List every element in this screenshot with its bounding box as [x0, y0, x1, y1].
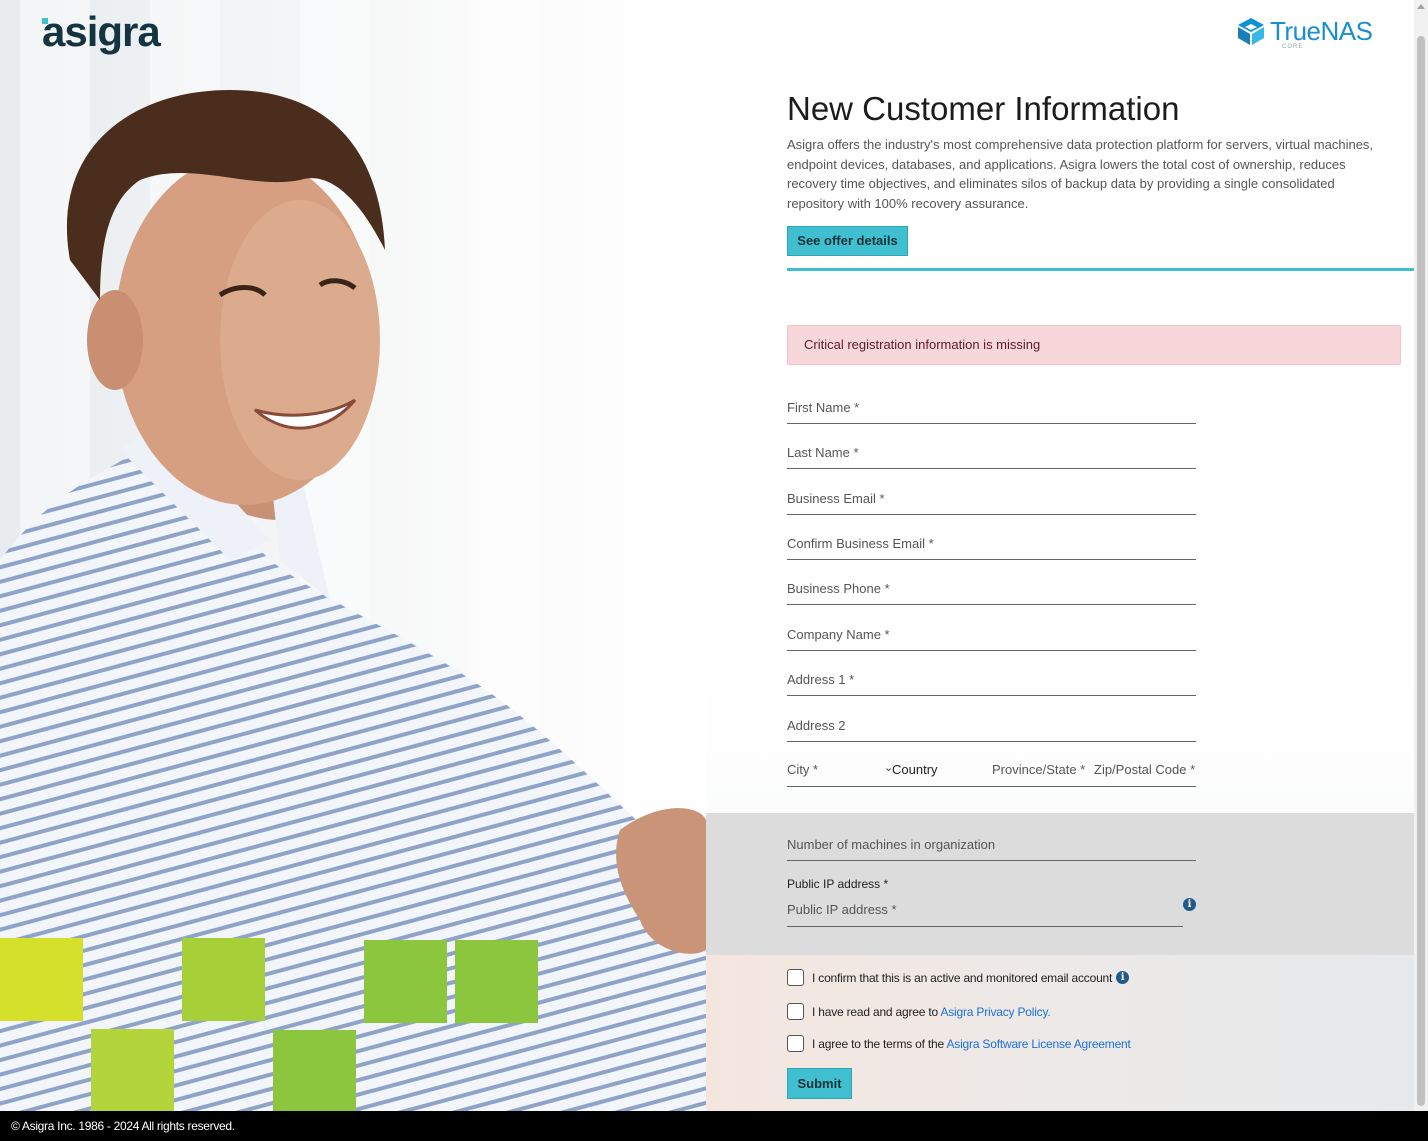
last-name-placeholder: Last Name *	[787, 445, 859, 460]
footer: © Asigra Inc. 1986 - 2024 All rights res…	[0, 1111, 1428, 1141]
zip-placeholder: Zip/Postal Code *	[1094, 762, 1196, 777]
ip-info-icon[interactable]: i	[1183, 898, 1196, 911]
address2-field[interactable]: Address 2	[787, 710, 1196, 742]
confirm-email-checkbox[interactable]	[787, 969, 804, 986]
privacy-policy-link[interactable]: Asigra Privacy Policy	[940, 1005, 1047, 1019]
business-email-field[interactable]: Business Email *	[787, 483, 1196, 515]
privacy-prefix: I have read and agree to	[812, 1004, 941, 1019]
intro-paragraph: Asigra offers the industry's most compre…	[787, 137, 1374, 211]
first-name-placeholder: First Name *	[787, 400, 860, 415]
truenas-core-label: CORE	[1282, 44, 1304, 50]
smiling-man-photo	[0, 90, 706, 1111]
last-name-field[interactable]: Last Name *	[787, 437, 1196, 469]
submit-button[interactable]: Submit	[787, 1068, 852, 1099]
public-ip-placeholder: Public IP address *	[787, 902, 897, 917]
license-prefix: I agree to the terms of the	[812, 1036, 947, 1051]
truenas-logo: TrueNAS CORE	[1236, 16, 1373, 50]
machines-placeholder: Number of machines in organization	[787, 837, 996, 852]
decor-square	[182, 938, 265, 1021]
privacy-checkbox-row: I have read and agree to Asigra Privacy …	[787, 1003, 1051, 1020]
province-state-field[interactable]: Province/State *	[990, 754, 1090, 787]
decor-square	[364, 940, 447, 1023]
privacy-suffix: .	[1047, 1004, 1051, 1019]
truenas-cube-icon	[1238, 18, 1264, 45]
public-ip-field[interactable]: Public IP address *	[787, 894, 1183, 927]
address1-field[interactable]: Address 1 *	[787, 664, 1196, 696]
privacy-policy-checkbox[interactable]	[787, 1003, 804, 1020]
city-field[interactable]: City *	[787, 754, 884, 787]
hero-image: asigra	[0, 0, 706, 1111]
public-ip-label: Public IP address *	[787, 877, 889, 891]
confirm-email-checkbox-row: I confirm that this is an active and mon…	[787, 969, 1130, 986]
business-email-placeholder: Business Email *	[787, 491, 885, 506]
decor-square	[455, 940, 538, 1023]
business-phone-field[interactable]: Business Phone *	[787, 573, 1196, 605]
chevron-down-icon: ⌄	[884, 762, 894, 774]
copyright-text: © Asigra Inc. 1986 - 2024 All rights res…	[11, 1119, 235, 1133]
decor-square	[273, 1030, 356, 1111]
confirm-email-placeholder: Confirm Business Email *	[787, 536, 934, 551]
email-info-icon[interactable]: i	[1116, 971, 1130, 984]
vertical-scrollbar[interactable]	[1414, 0, 1428, 1111]
section-divider	[787, 268, 1414, 271]
first-name-field[interactable]: First Name *	[787, 392, 1196, 424]
confirm-email-checkbox-label: I confirm that this is an active and mon…	[812, 970, 1113, 985]
license-agreement-checkbox[interactable]	[787, 1035, 804, 1052]
scroll-up-arrow-icon[interactable]	[1417, 4, 1425, 9]
confirm-business-email-field[interactable]: Confirm Business Email *	[787, 528, 1196, 560]
city-placeholder: City *	[787, 762, 819, 777]
license-checkbox-label: I agree to the terms of the Asigra Softw…	[812, 1037, 1131, 1051]
license-agreement-link[interactable]: Asigra Software License Agreement	[946, 1037, 1130, 1051]
svg-text:asigra: asigra	[42, 12, 161, 55]
country-select[interactable]: Country ⌄	[884, 754, 990, 787]
business-phone-placeholder: Business Phone *	[787, 581, 890, 596]
license-checkbox-row: I agree to the terms of the Asigra Softw…	[787, 1035, 1131, 1052]
decor-square	[0, 938, 83, 1021]
company-name-placeholder: Company Name *	[787, 627, 890, 642]
machines-count-field[interactable]: Number of machines in organization	[787, 829, 1196, 861]
province-placeholder: Province/State *	[992, 762, 1086, 777]
page-title: New Customer Information	[787, 90, 1180, 127]
address2-placeholder: Address 2	[787, 718, 846, 733]
zip-postal-field[interactable]: Zip/Postal Code *	[1090, 754, 1196, 787]
decor-square	[91, 1029, 174, 1111]
company-name-field[interactable]: Company Name *	[787, 619, 1196, 651]
error-alert: Critical registration information is mis…	[787, 325, 1401, 365]
see-offer-details-button[interactable]: See offer details	[787, 226, 908, 256]
truenas-wordmark: TrueNAS	[1270, 16, 1373, 46]
address1-placeholder: Address 1 *	[787, 672, 855, 687]
scroll-thumb[interactable]	[1417, 36, 1425, 1106]
privacy-checkbox-label: I have read and agree to Asigra Privacy …	[812, 1005, 1051, 1019]
asigra-logo: asigra	[42, 12, 162, 55]
